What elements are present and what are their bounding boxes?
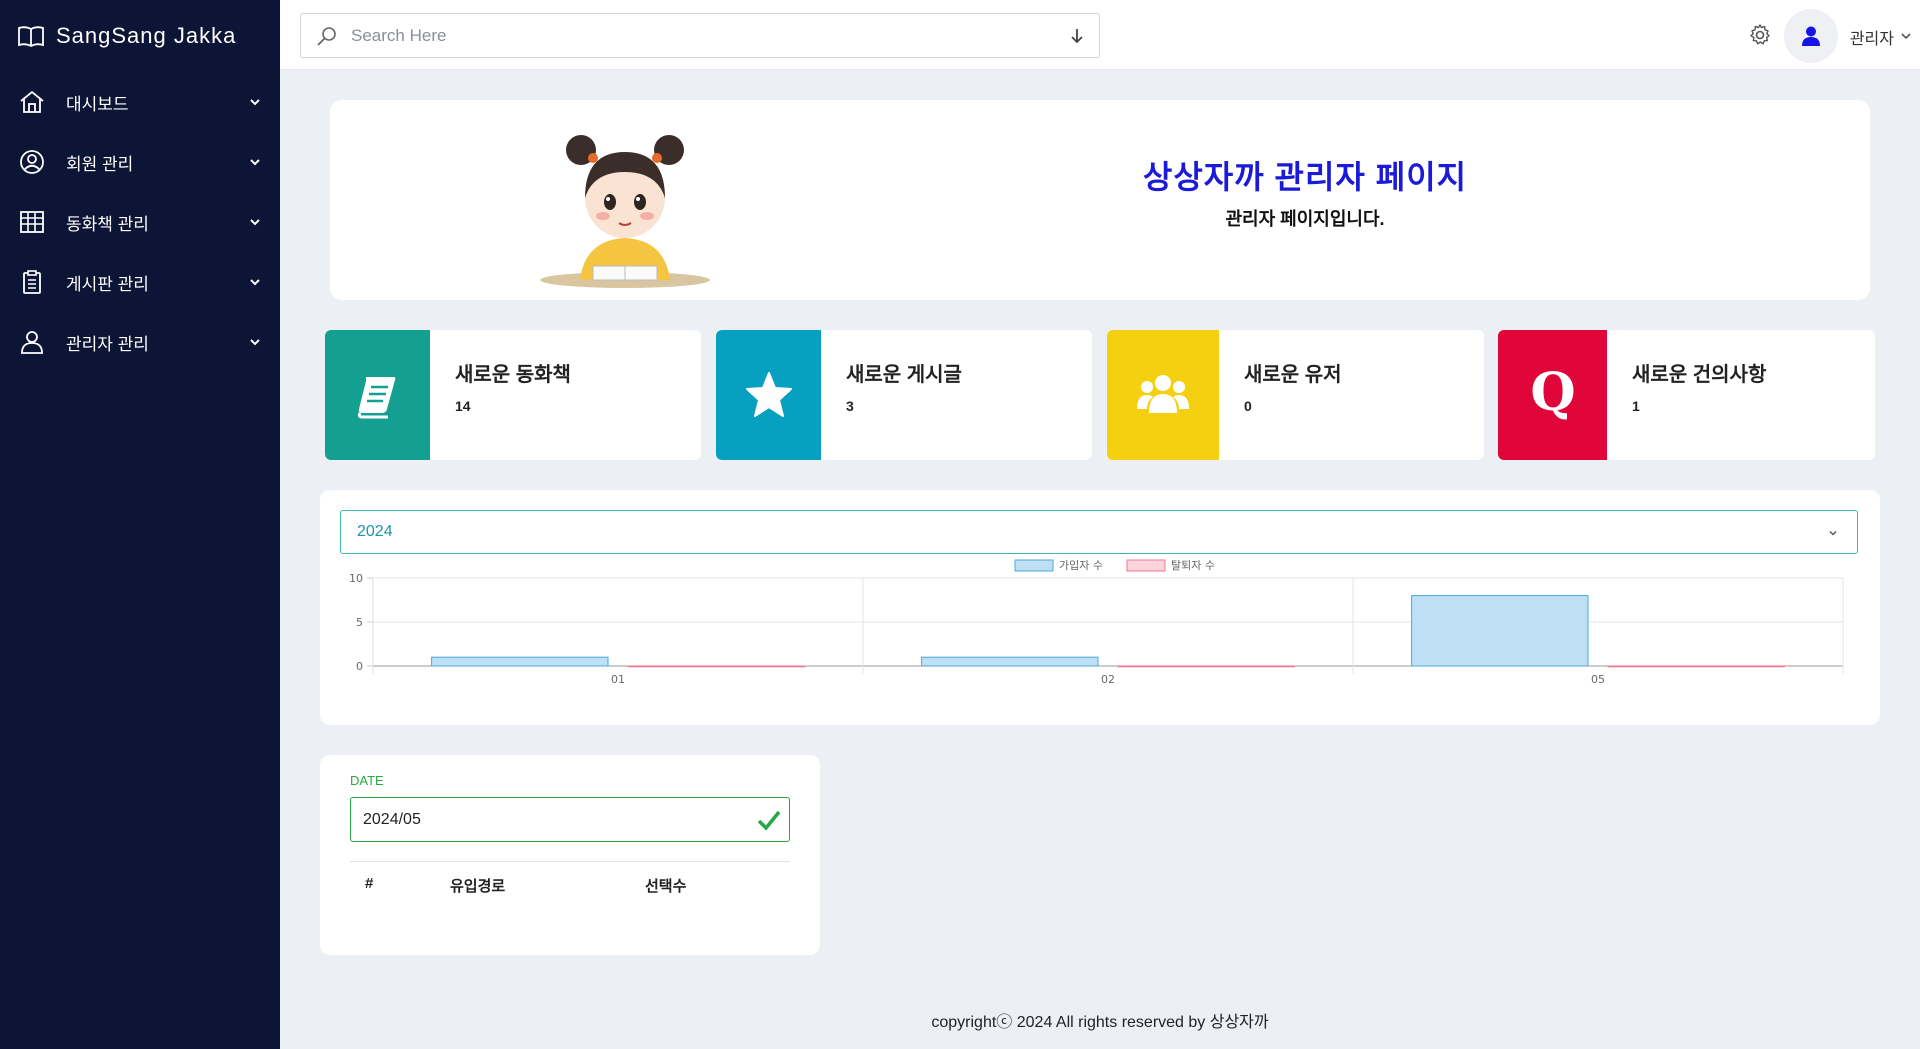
stat-card-users[interactable]: 새로운 유저 0 xyxy=(1107,330,1484,460)
legend-label: 가입자 수 xyxy=(1059,559,1103,572)
date-input-value: 2024/05 xyxy=(363,810,421,828)
star-icon xyxy=(745,372,792,417)
chevron-down-icon[interactable] xyxy=(1900,30,1912,42)
user-name[interactable]: 관리자 xyxy=(1850,25,1894,49)
table-header-source: 유입경로 xyxy=(450,878,506,895)
table-divider xyxy=(350,861,790,862)
sidebar-item-dashboard[interactable]: 대시보드 xyxy=(0,72,280,132)
bar-withdrawals xyxy=(1117,665,1295,668)
gear-icon[interactable] xyxy=(1748,23,1772,47)
chevron-down-icon xyxy=(1829,531,1837,536)
user-icon xyxy=(18,328,46,356)
chevron-down-icon xyxy=(250,339,260,346)
stat-label: 새로운 동화책 xyxy=(455,364,571,386)
bar-signups xyxy=(1411,595,1589,667)
legend-swatch xyxy=(1126,559,1166,572)
chevron-down-icon xyxy=(250,99,260,106)
home-icon xyxy=(18,88,46,116)
chevron-down-icon xyxy=(250,219,260,226)
stat-label: 새로운 게시글 xyxy=(846,364,962,386)
book-icon xyxy=(357,377,395,419)
stat-icon-band xyxy=(325,330,430,460)
stat-value: 0 xyxy=(1244,398,1252,414)
date-card: DATE 2024/05 # 유입경로 선택수 xyxy=(320,755,820,955)
stat-value: 1 xyxy=(1632,398,1640,414)
chevron-down-icon xyxy=(250,159,260,166)
sidebar-item-board[interactable]: 게시판 관리 xyxy=(0,252,280,312)
bar-signups xyxy=(921,656,1099,667)
arrow-down-icon[interactable] xyxy=(1067,26,1087,46)
bar-signups xyxy=(431,656,609,667)
svg-text:Q: Q xyxy=(1530,365,1575,423)
y-tick-label: 5 xyxy=(356,616,363,629)
user-circle-icon xyxy=(18,148,46,176)
q-icon: Q xyxy=(1530,365,1575,423)
table-icon xyxy=(18,208,46,236)
sidebar-item-label: 회원 관리 xyxy=(66,154,134,174)
year-select[interactable]: 2024 xyxy=(340,510,1858,554)
stat-card-books[interactable]: 새로운 동화책 14 xyxy=(325,330,701,460)
x-tick-label: 02 xyxy=(1101,673,1115,686)
chart-card: 2024 가입자 수 탈퇴자 수 10 5 0 01 02 05 xyxy=(320,490,1880,725)
search-bar[interactable] xyxy=(300,13,1100,58)
page-title: 상상자까 관리자 페이지 xyxy=(1142,159,1468,195)
legend-swatch xyxy=(1014,559,1054,572)
bar-withdrawals xyxy=(627,665,805,668)
sidebar-item-label: 관리자 관리 xyxy=(66,334,149,354)
sidebar-item-admins[interactable]: 관리자 관리 xyxy=(0,312,280,372)
stat-value: 3 xyxy=(846,398,854,414)
chevron-down-icon xyxy=(250,279,260,286)
users-icon xyxy=(1137,375,1189,413)
user-icon xyxy=(1802,26,1820,46)
avatar[interactable] xyxy=(1784,9,1838,63)
legend-label: 탈퇴자 수 xyxy=(1171,559,1215,572)
stat-icon-band: Q xyxy=(1498,330,1607,460)
sidebar-item-label: 대시보드 xyxy=(66,94,129,114)
page-subtitle: 관리자 페이지입니다. xyxy=(1225,209,1385,229)
topbar: 관리자 xyxy=(280,0,1920,70)
x-tick-label: 01 xyxy=(611,673,625,686)
hero-card: 상상자까 관리자 페이지 관리자 페이지입니다. xyxy=(330,100,1870,300)
sidebar: SangSang Jakka 대시보드 회원 관리 동화책 관리 게시판 관리 xyxy=(0,0,280,1049)
date-input[interactable]: 2024/05 xyxy=(350,797,790,842)
sidebar-item-books[interactable]: 동화책 관리 xyxy=(0,192,280,252)
y-tick-label: 10 xyxy=(349,572,363,585)
stat-label: 새로운 유저 xyxy=(1244,364,1342,386)
sidebar-item-members[interactable]: 회원 관리 xyxy=(0,132,280,192)
stat-card-posts[interactable]: 새로운 게시글 3 xyxy=(716,330,1092,460)
check-icon xyxy=(757,810,781,831)
book-open-icon xyxy=(18,26,44,47)
date-label: DATE xyxy=(350,773,384,788)
stat-icon-band xyxy=(716,330,821,460)
stat-value: 14 xyxy=(455,398,471,414)
search-icon xyxy=(317,26,336,46)
footer: copyrightⓒ 2024 All rights reserved by 상… xyxy=(931,1014,1269,1031)
stat-card-suggestions[interactable]: Q 새로운 건의사항 1 xyxy=(1498,330,1875,460)
table-header-count: 선택수 xyxy=(645,878,687,895)
clipboard-icon xyxy=(18,268,46,296)
sidebar-item-label: 동화책 관리 xyxy=(66,214,149,234)
brand[interactable]: SangSang Jakka xyxy=(0,0,280,72)
search-input[interactable] xyxy=(339,25,1067,46)
brand-name: SangSang Jakka xyxy=(56,23,237,48)
year-select-value: 2024 xyxy=(357,523,393,540)
girl-reading-illustration xyxy=(540,135,710,288)
bar-chart: 가입자 수 탈퇴자 수 10 5 0 01 02 05 xyxy=(349,559,1844,686)
stat-label: 새로운 건의사항 xyxy=(1632,364,1767,386)
y-tick-label: 0 xyxy=(356,660,363,673)
table-header-index: # xyxy=(365,875,374,892)
bar-withdrawals xyxy=(1607,665,1785,668)
sidebar-item-label: 게시판 관리 xyxy=(66,274,149,294)
stat-icon-band xyxy=(1107,330,1219,460)
x-tick-label: 05 xyxy=(1591,673,1605,686)
